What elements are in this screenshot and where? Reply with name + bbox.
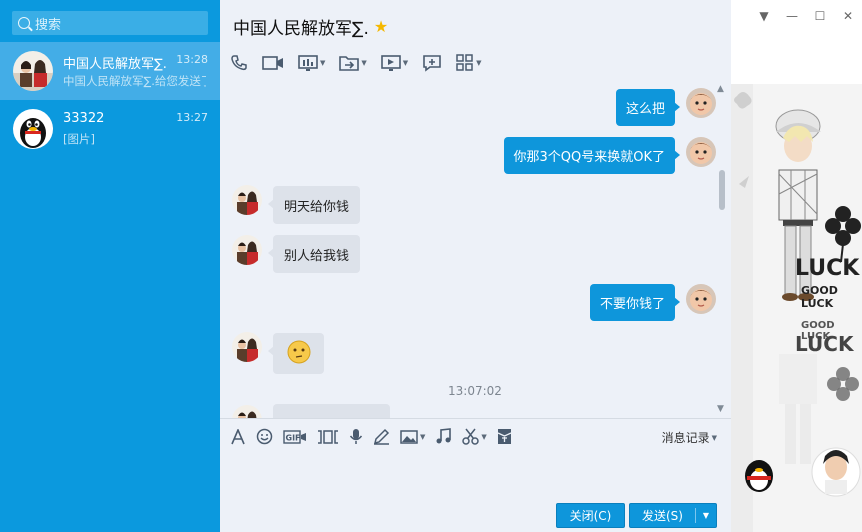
baby-avatar[interactable] xyxy=(686,137,716,167)
message-text: 这么把 xyxy=(625,102,665,117)
microphone-icon[interactable] xyxy=(349,428,363,445)
message-bubble-in[interactable]: 明天给你钱 xyxy=(267,186,361,224)
scroll-up-icon[interactable]: ▲ xyxy=(717,84,724,94)
apps-grid-icon[interactable]: ▼ xyxy=(456,52,482,74)
scissors-icon[interactable]: ▼ xyxy=(462,428,487,445)
qq-show-image: LUCK GOOD LUCK GOOD LUCK LUCK xyxy=(731,84,862,532)
chevron-down-icon: ▼ xyxy=(402,59,409,67)
group-avatar[interactable] xyxy=(232,185,262,215)
chevron-down-icon: ▼ xyxy=(481,432,487,441)
conversation-preview: 中国人民解放军∑.给您发送了 xyxy=(63,74,206,88)
music-icon[interactable] xyxy=(435,428,452,445)
window-controls: ▼ — ☐ ✕ xyxy=(750,6,862,26)
close-icon[interactable]: ✕ xyxy=(834,6,862,26)
message-bubble-in[interactable] xyxy=(268,404,390,418)
message-bubble-out[interactable]: 这么把 xyxy=(615,89,681,126)
message-timestamp: 13:07:02 xyxy=(448,384,502,398)
screenshot-icon[interactable] xyxy=(317,429,339,445)
close-label: 关闭(C) xyxy=(569,509,612,523)
face-emoji-icon xyxy=(286,339,312,369)
font-icon[interactable] xyxy=(230,428,246,445)
emoji-icon[interactable] xyxy=(256,428,273,445)
video-call-icon[interactable] xyxy=(262,52,284,74)
message-history-button[interactable]: 消息记录 ▼ xyxy=(662,429,717,446)
pen-icon[interactable] xyxy=(373,428,390,445)
send-button[interactable]: 发送(S) ▼ xyxy=(629,503,717,528)
dropdown-icon[interactable]: ▼ xyxy=(750,6,778,26)
good-luck-label: GOOD LUCK xyxy=(801,284,838,310)
file-transfer-icon[interactable]: ▼ xyxy=(339,52,367,74)
search-icon xyxy=(18,17,30,29)
message-bubble-in[interactable] xyxy=(268,333,324,374)
penguin-avatar xyxy=(13,109,53,149)
message-bubble-out[interactable]: 不要你钱了 xyxy=(589,284,681,321)
add-message-icon[interactable] xyxy=(422,52,442,74)
message-text: 不要你钱了 xyxy=(599,297,665,312)
minimize-icon[interactable]: — xyxy=(778,6,806,26)
conversation-time: 13:28 xyxy=(176,53,208,66)
group-avatar xyxy=(13,51,53,91)
message-bubble-in[interactable]: 别人给我钱 xyxy=(267,235,361,273)
message-list[interactable]: ▲ 这么把 你那3个QQ号来换就OK了 明天给你钱 别人给我钱 不要你钱了 13… xyxy=(220,84,731,418)
svg-text:GIF: GIF xyxy=(286,433,301,442)
gif-icon[interactable]: GIF xyxy=(283,429,307,445)
send-label: 发送(S) xyxy=(642,509,683,523)
baby-avatar[interactable] xyxy=(686,88,716,118)
conversation-sidebar: 搜索 中国人民解放军∑. 13:28 中国人民解放军∑.给您发送了 33322 … xyxy=(0,0,220,532)
chevron-down-icon: ▼ xyxy=(361,59,367,67)
remote-desktop-icon[interactable]: ▼ xyxy=(380,52,409,74)
chat-window: 中国人民解放军∑. ★ ▼ ▼ ▼ ▼ ▲ 这么把 你那3个QQ号来换就OK了 … xyxy=(220,0,731,532)
message-text: 你那3个QQ号来换就OK了 xyxy=(513,150,666,165)
chat-title: 中国人民解放军∑. ★ xyxy=(233,14,388,39)
conversation-time: 13:27 xyxy=(176,111,208,124)
show-panel-area: ▼ — ☐ ✕ LUCK GOOD LUCK GOOD LUCK LUCK xyxy=(731,0,862,532)
scrollbar-thumb[interactable] xyxy=(719,170,725,210)
image-icon[interactable]: ▼ xyxy=(400,429,425,445)
conversation-name: 中国人民解放军∑. xyxy=(63,57,167,72)
history-label: 消息记录 xyxy=(661,431,710,445)
close-button[interactable]: 关闭(C) xyxy=(556,503,625,528)
chevron-down-icon: ▼ xyxy=(320,59,326,67)
chevron-down-icon: ▼ xyxy=(420,432,426,441)
screen-share-icon[interactable]: ▼ xyxy=(298,52,325,74)
message-text: 别人给我钱 xyxy=(284,248,350,264)
red-packet-icon[interactable] xyxy=(497,428,512,445)
input-toolbar: GIF ▼ ▼ xyxy=(230,428,522,445)
conversation-item-group[interactable]: 中国人民解放军∑. 13:28 中国人民解放军∑.给您发送了 xyxy=(0,42,220,100)
group-avatar[interactable] xyxy=(232,235,262,265)
chat-title-text: 中国人民解放军∑. xyxy=(233,19,369,39)
lucky-label: LUCK xyxy=(795,332,854,356)
phone-icon[interactable] xyxy=(230,52,248,74)
chat-toolbar: ▼ ▼ ▼ ▼ xyxy=(230,52,496,74)
search-placeholder: 搜索 xyxy=(35,17,62,33)
message-text: 明天给你钱 xyxy=(284,199,350,215)
star-icon[interactable]: ★ xyxy=(374,17,388,36)
chevron-down-icon[interactable]: ▼ xyxy=(696,511,716,520)
group-avatar[interactable] xyxy=(232,332,262,362)
search-input[interactable]: 搜索 xyxy=(12,11,208,35)
chevron-down-icon: ▼ xyxy=(476,59,482,67)
baby-avatar[interactable] xyxy=(686,284,716,314)
conversation-preview: [图片] xyxy=(63,132,95,146)
group-avatar[interactable] xyxy=(232,405,262,418)
conversation-name: 33322 xyxy=(63,111,105,126)
message-input-area[interactable]: GIF ▼ ▼ 消息记录 ▼ 关闭(C) 发送(S) ▼ xyxy=(220,418,731,532)
lucky-label: LUCK xyxy=(795,256,860,281)
conversation-item-33322[interactable]: 33322 13:27 [图片] xyxy=(0,100,220,158)
chevron-down-icon: ▼ xyxy=(711,433,717,442)
maximize-icon[interactable]: ☐ xyxy=(806,6,834,26)
message-bubble-out[interactable]: 你那3个QQ号来换就OK了 xyxy=(503,137,680,174)
scroll-down-icon[interactable]: ▼ xyxy=(717,404,724,414)
